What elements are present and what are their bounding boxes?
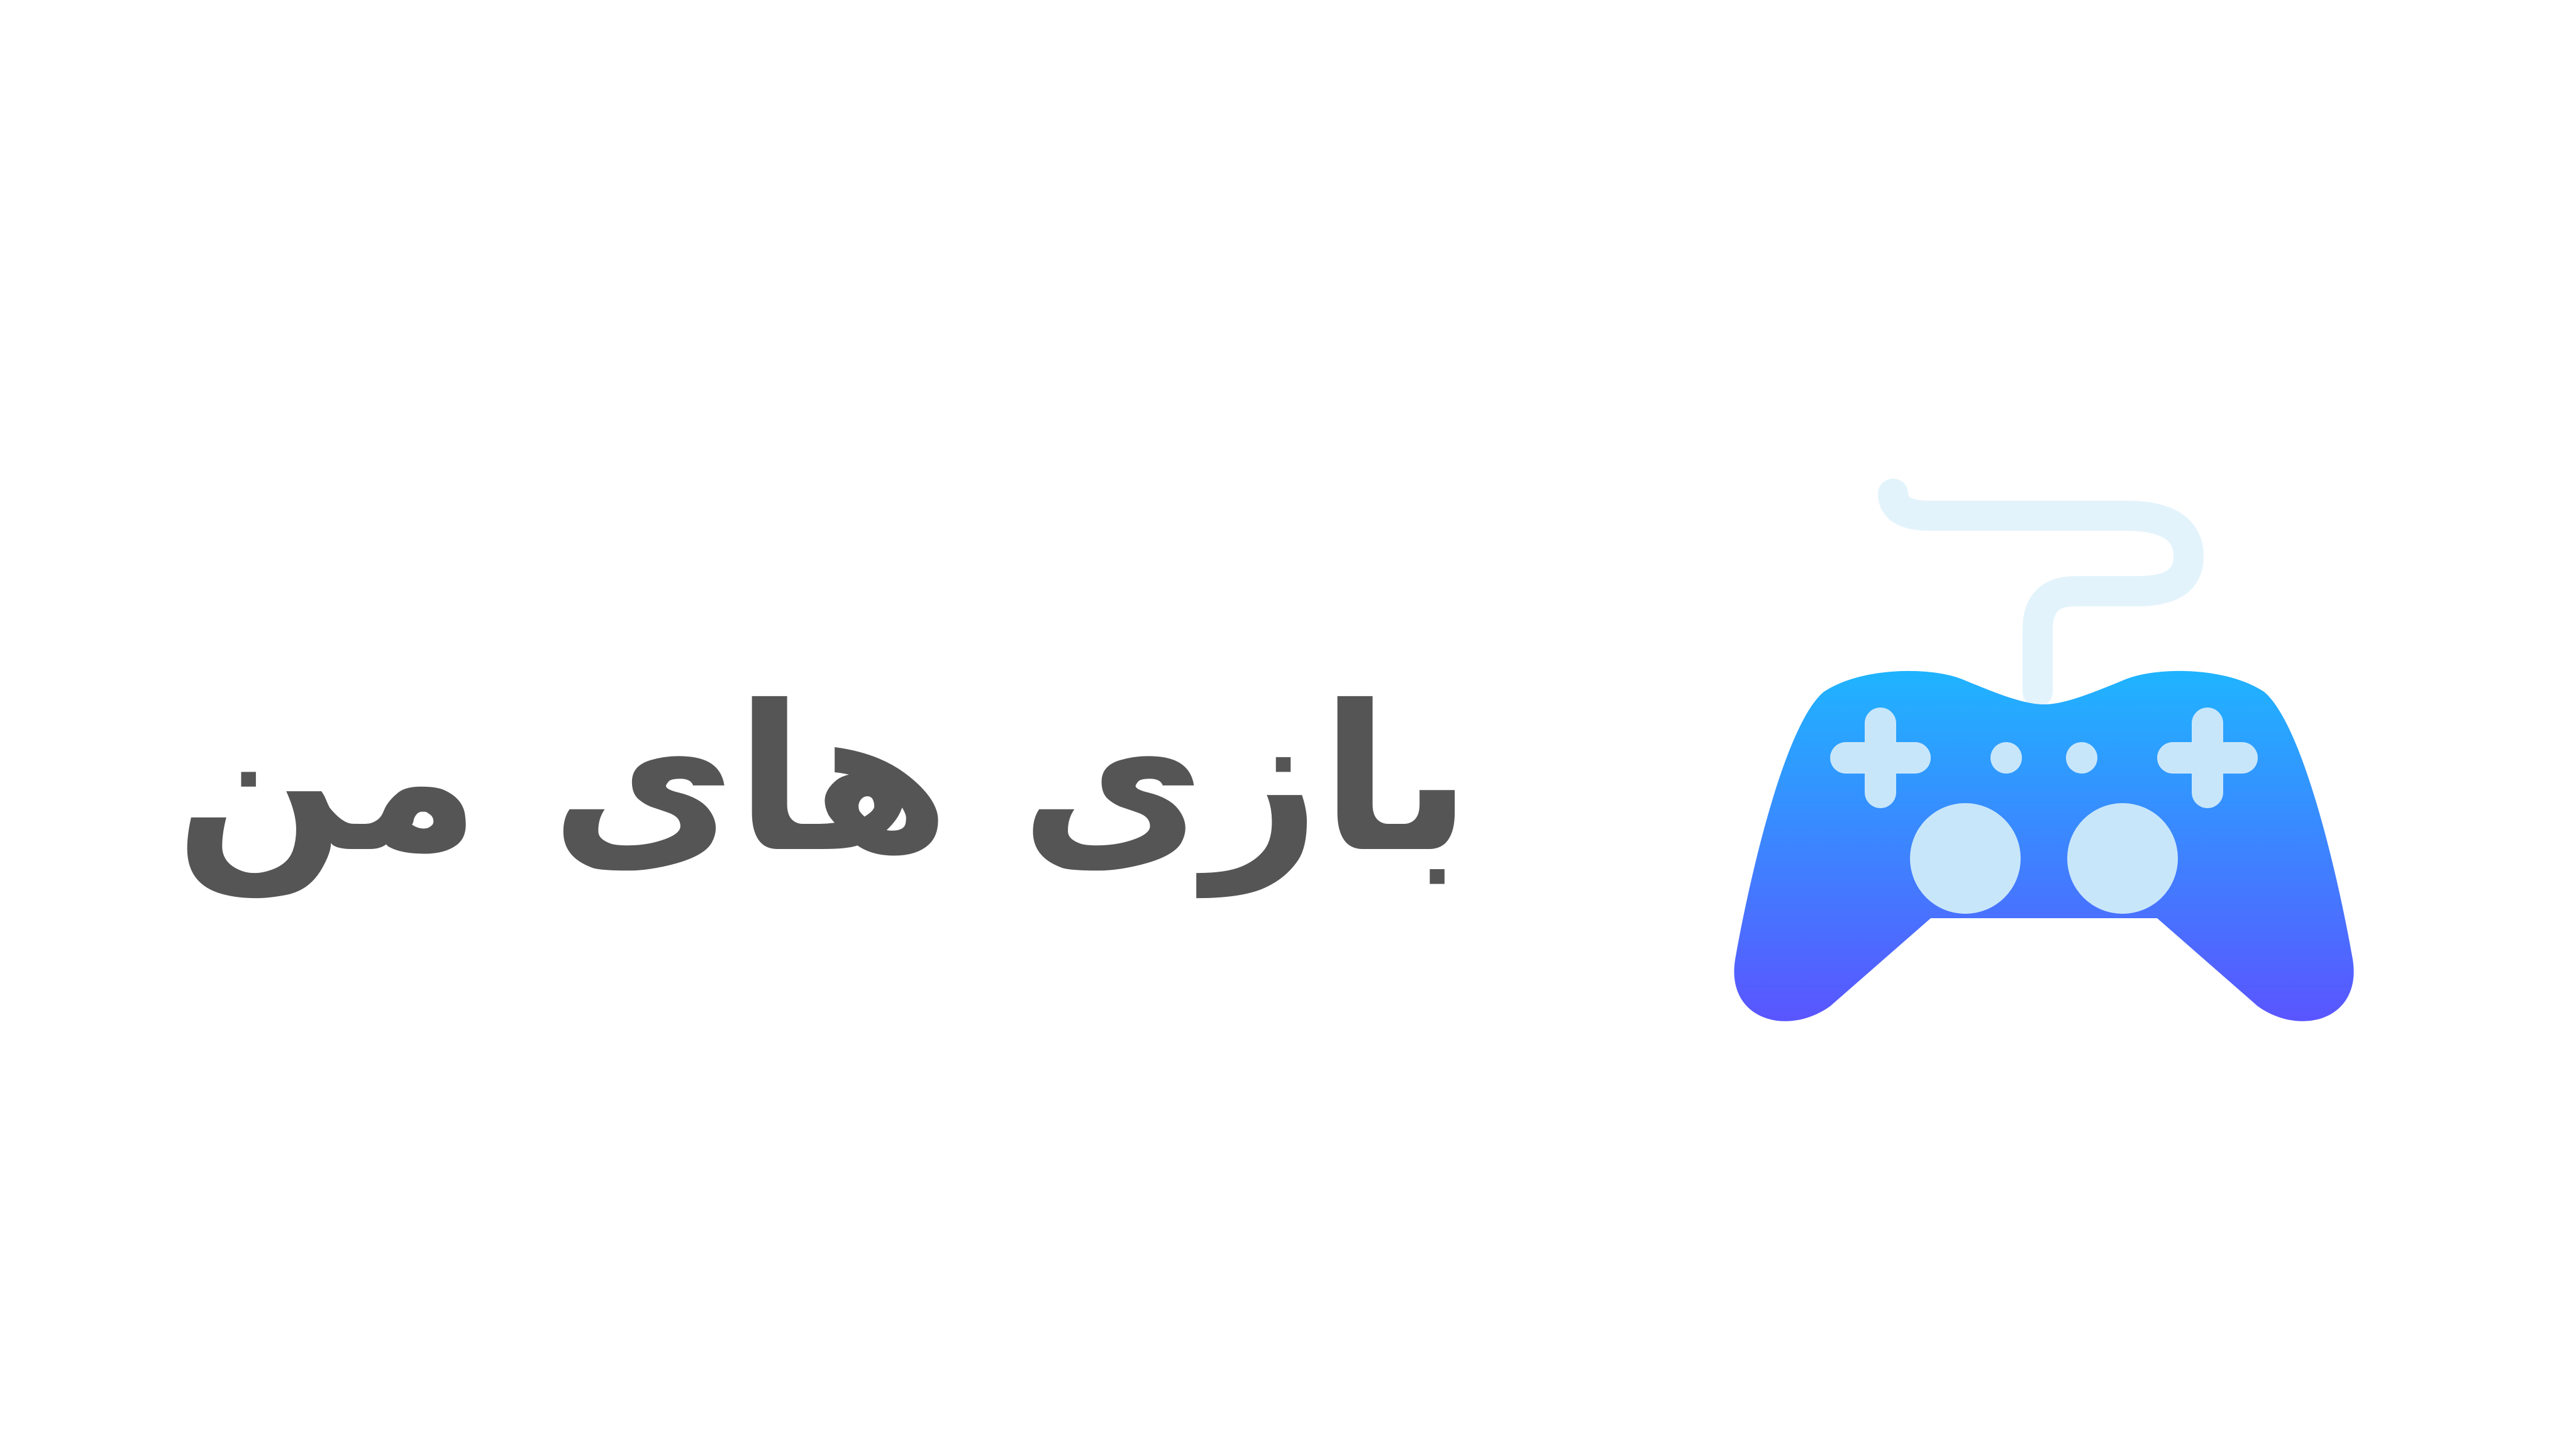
controller-body [1734,670,2354,1021]
gamepad-icon [1723,465,2365,1031]
thumbstick-right [2067,803,2178,914]
center-dot-1 [1990,742,2022,774]
cable [1878,479,2204,707]
banner: بازی های من [0,0,2576,1449]
page-title: بازی های من [174,663,1472,897]
thumbstick-left [1910,803,2021,914]
center-dot-2 [2066,742,2097,774]
